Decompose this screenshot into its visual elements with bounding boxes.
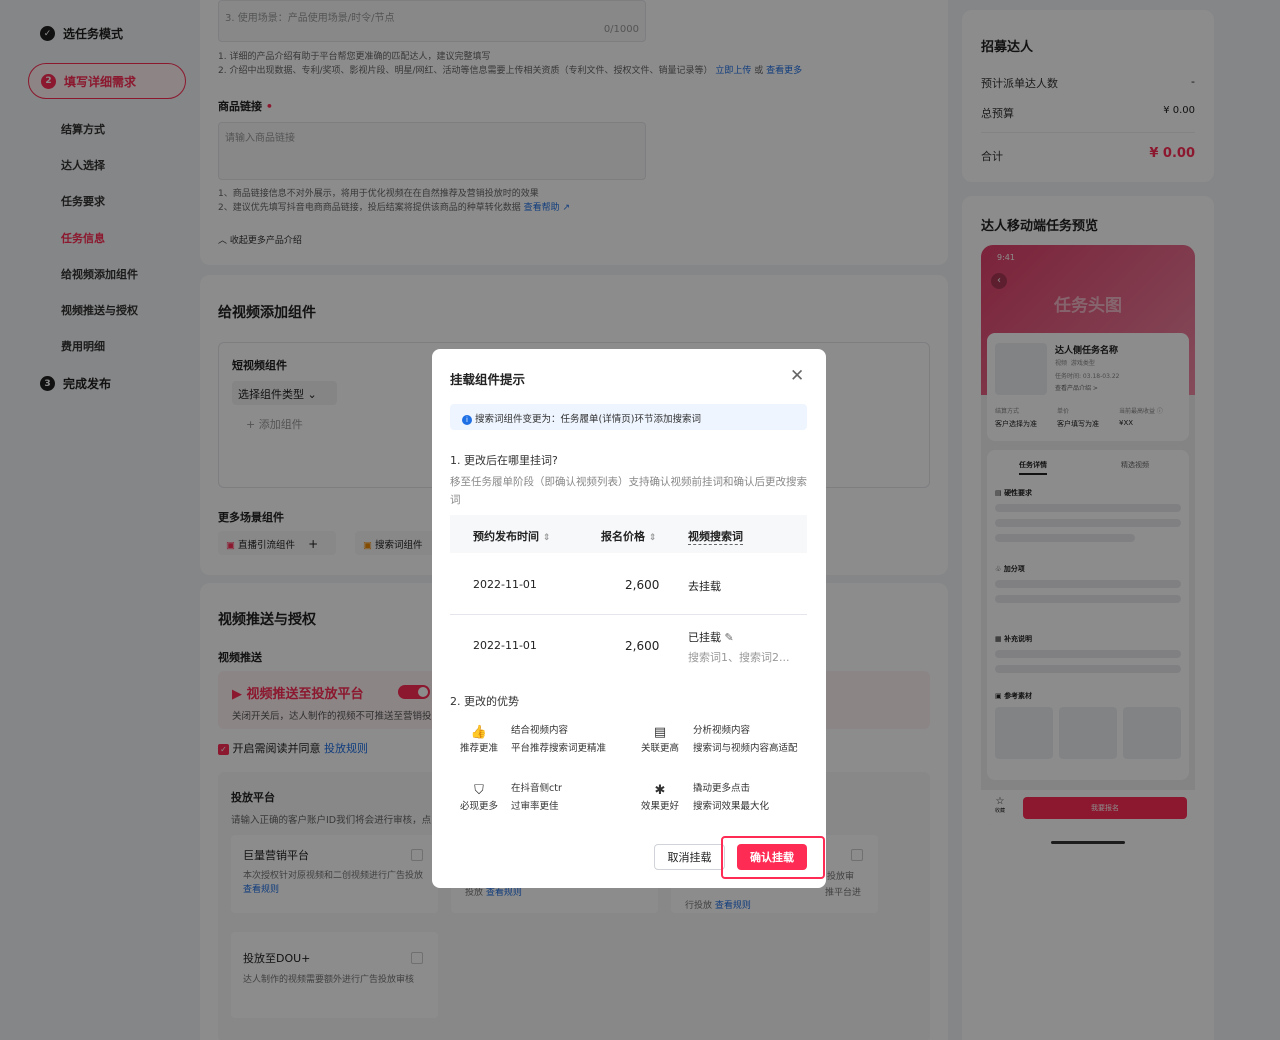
close-icon[interactable]: ✕ (790, 366, 804, 386)
info-banner: i 搜索词组件变更为：任务履单(详情页)环节添加搜索词 (450, 404, 807, 430)
advantage-1: 👍 推荐更准 (454, 725, 504, 754)
sort-icon: ⇕ (648, 533, 657, 543)
click-icon: ✱ (654, 783, 666, 798)
edit-icon[interactable]: ✎ (725, 631, 734, 644)
row2-mounted-label: 已挂载 (688, 631, 721, 644)
row1-price: 2,600 (625, 578, 660, 592)
shield-icon: ⛉ (474, 783, 484, 798)
adv4-line2: 搜索词效果最大化 (693, 801, 770, 812)
adv3-desc: 在抖音侧ctr 过审率更佳 (511, 780, 562, 816)
question-1-desc: 移至任务履单阶段（即确认视频列表）支持确认视频前挂词和确认后更改搜索词 (450, 476, 807, 506)
col-publish-time[interactable]: 预约发布时间 ⇕ (473, 528, 550, 544)
question-2: 2. 更改的优势 (450, 695, 519, 708)
adv4-line1: 撬动更多点击 (693, 783, 751, 794)
adv1-line2: 平台推荐搜索词更精准 (511, 743, 607, 754)
col-price-label: 报名价格 (601, 530, 645, 543)
info-icon: i (462, 415, 472, 425)
row2-search-words: 搜索词1、搜索词2... (688, 651, 790, 664)
row2-mounted: 已挂载 ✎ (688, 629, 734, 645)
row1-mount-link[interactable]: 去挂载 (688, 578, 721, 594)
col-price[interactable]: 报名价格 ⇕ (601, 528, 656, 544)
adv1-desc: 结合视频内容平台推荐搜索词更精准 (511, 722, 606, 758)
dialog-title: 挂载组件提示 (450, 372, 526, 387)
adv4-label: 效果更好 (640, 801, 679, 812)
adv1-label: 推荐更准 (459, 743, 498, 754)
advantage-2: ▤ 关联更高 (635, 725, 685, 754)
row-divider (450, 614, 807, 615)
adv1-line1: 结合视频内容 (511, 725, 569, 736)
adv3-label: 必现更多 (459, 801, 498, 812)
adv2-line2: 搜索词与视频内容高适配 (693, 743, 798, 754)
adv3-line2: 过审率更佳 (511, 801, 559, 812)
col-publish-time-label: 预约发布时间 (473, 530, 539, 543)
sort-icon: ⇕ (542, 533, 551, 543)
adv2-label: 关联更高 (640, 743, 679, 754)
mount-component-dialog: 挂载组件提示 ✕ i 搜索词组件变更为：任务履单(详情页)环节添加搜索词 1. … (432, 349, 826, 888)
row1-date: 2022-11-01 (473, 578, 537, 591)
adv2-line1: 分析视频内容 (693, 725, 751, 736)
thumbs-up-icon: 👍 (470, 725, 488, 740)
col-search-words: 视频搜索词 (688, 530, 743, 545)
info-text: 搜索词组件变更为：任务履单(详情页)环节添加搜索词 (475, 414, 701, 425)
row2-price: 2,600 (625, 639, 660, 653)
confirm-mount-button[interactable]: 确认挂载 (737, 844, 807, 870)
document-icon: ▤ (653, 725, 667, 740)
adv4-desc: 撬动更多点击搜索词效果最大化 (693, 780, 769, 816)
question-1: 1. 更改后在哪里挂词? (450, 454, 558, 467)
row2-date: 2022-11-01 (473, 639, 537, 652)
advantage-4: ✱ 效果更好 (635, 783, 685, 812)
advantage-3: ⛉ 必现更多 (454, 783, 504, 812)
adv2-desc: 分析视频内容搜索词与视频内容高适配 (693, 722, 798, 758)
adv3-line1: 在抖音侧ctr (511, 783, 562, 794)
cancel-mount-button[interactable]: 取消挂载 (654, 844, 725, 870)
